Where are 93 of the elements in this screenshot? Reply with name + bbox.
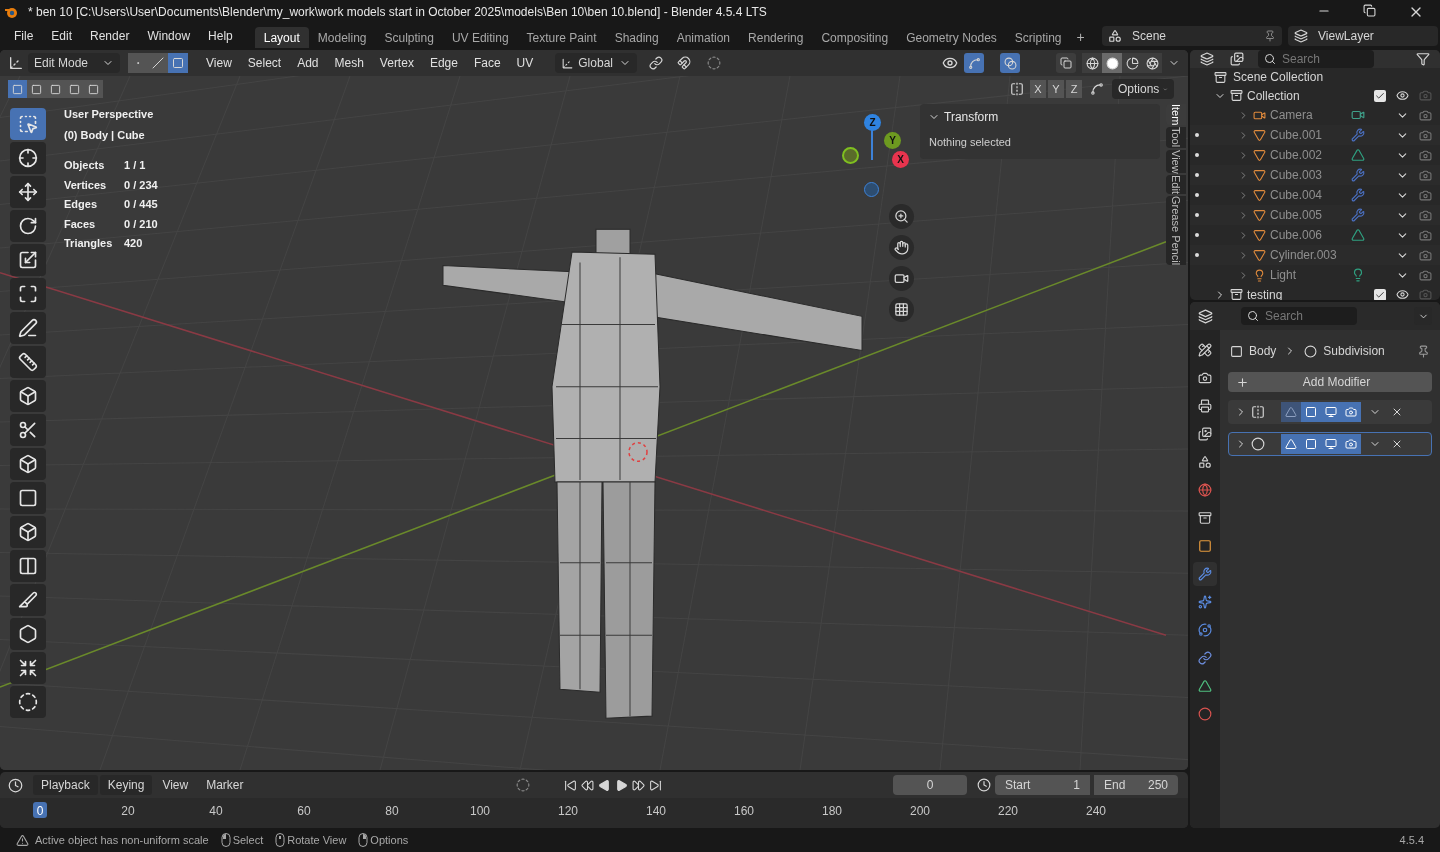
search-field[interactable]: Search	[1258, 50, 1374, 68]
frame-number: 220	[997, 803, 1019, 818]
window-title: * ben 10 [C:\Users\User\Documents\Blender\my_work\work models start in October 2025\models\Ben 10\ben 10.blend] - Blender 4.5.4 LTS	[28, 4, 767, 21]
workspace-tab[interactable]: Texture Paint	[517, 27, 606, 48]
view-layer-field[interactable]: ViewLayer	[1288, 26, 1438, 46]
breadcrumb-modifier: Subdivision	[1323, 343, 1385, 360]
breadcrumb-object: Body	[1249, 343, 1277, 360]
frame-number: 200	[909, 803, 931, 818]
frame-number: 240	[1085, 803, 1107, 818]
add-workspace-button[interactable]: +	[1070, 27, 1091, 48]
end-frame-field[interactable]: End 250	[1094, 775, 1178, 795]
outliner-item[interactable]: Cube.004	[1270, 186, 1344, 204]
stat-value: 0 / 234	[124, 177, 159, 193]
stat-label: Triangles	[64, 236, 114, 251]
search-field[interactable]: Search	[1241, 307, 1357, 325]
start-frame-field[interactable]: Start 1	[995, 775, 1090, 795]
frame-number: 60	[296, 803, 312, 818]
scene-field[interactable]: Scene	[1102, 26, 1282, 46]
outliner-item[interactable]: Cube.001	[1270, 126, 1344, 144]
frame-number: 180	[821, 803, 843, 818]
outliner-item[interactable]: Cube.005	[1270, 206, 1344, 224]
menu-item[interactable]: Add	[289, 54, 327, 72]
outliner-item[interactable]: Cube.002	[1270, 146, 1344, 164]
workspace-tab[interactable]: Compositing	[812, 27, 898, 48]
outliner-item[interactable]: Cube.006	[1270, 226, 1344, 244]
stat-label: Objects	[64, 158, 106, 173]
version-label: 4.5.4	[1399, 832, 1424, 848]
view-name: User Perspective	[64, 107, 155, 122]
stat-value: 1 / 1	[124, 158, 147, 173]
status-hint: Select	[232, 832, 264, 848]
stat-label: Faces	[64, 216, 97, 232]
workspace-tab[interactable]: Rendering	[739, 27, 813, 48]
outliner-item[interactable]: Light	[1270, 266, 1344, 284]
axis-toggle[interactable]: X	[1030, 80, 1046, 98]
sidebar-tab[interactable]: Edit	[1166, 175, 1186, 195]
frame-number: 120	[557, 803, 579, 818]
menu-item[interactable]: Help	[200, 27, 241, 45]
status-message: Active object has non-uniform scale	[35, 832, 209, 848]
stat-value: 0 / 445	[124, 197, 159, 212]
panel-message: Nothing selected	[928, 135, 1012, 150]
frame-number: 80	[384, 803, 400, 818]
options-dropdown[interactable]: Options	[1112, 79, 1174, 99]
mode-dropdown[interactable]: Edit Mode	[28, 53, 120, 73]
add-modifier-button[interactable]: Add Modifier	[1228, 372, 1432, 392]
menu-item[interactable]: Edge	[421, 54, 466, 72]
workspace-tab[interactable]: Layout	[254, 27, 309, 48]
stat-value: 0 / 210	[124, 216, 159, 232]
workspace-tab[interactable]: Geometry Nodes	[897, 27, 1006, 48]
outliner-item[interactable]: Camera	[1270, 106, 1344, 124]
menu-item[interactable]: Mesh	[326, 54, 372, 72]
outliner-item[interactable]: Cylinder.003	[1270, 246, 1344, 264]
status-hint: Options	[370, 832, 409, 848]
stat-label: Edges	[64, 197, 98, 212]
axis-toggle[interactable]: Y	[1048, 80, 1064, 98]
menu-item[interactable]: Select	[239, 54, 290, 72]
menu-item[interactable]: Edit	[43, 27, 81, 45]
frame-number: 20	[120, 803, 136, 818]
menu-item[interactable]: View	[154, 776, 197, 794]
outliner-item[interactable]: Scene Collection	[1233, 68, 1324, 86]
frame-number: 160	[733, 803, 755, 818]
workspace-tab[interactable]: Shading	[605, 27, 668, 48]
menu-item[interactable]: View	[198, 54, 240, 72]
stat-value: 420	[124, 236, 144, 251]
frame-number: 40	[208, 803, 224, 818]
status-hint: Rotate View	[287, 832, 347, 848]
workspace-tab[interactable]: UV Editing	[442, 27, 518, 48]
panel-title: Transform	[944, 109, 999, 126]
outliner-item[interactable]: Collection	[1247, 86, 1300, 105]
menu-item[interactable]: Render	[82, 27, 138, 45]
menu-item[interactable]: Face	[465, 54, 509, 72]
workspace-tab[interactable]: Modeling	[308, 27, 376, 48]
object-info: (0) Body | Cube	[64, 127, 146, 143]
sidebar-tab[interactable]: Grease Pencil	[1166, 196, 1186, 266]
sidebar-tab[interactable]: View	[1166, 149, 1186, 174]
workspace-tab[interactable]: Animation	[667, 27, 740, 48]
frame-number: 100	[469, 803, 491, 818]
sidebar-tab[interactable]: Tool	[1166, 127, 1186, 148]
menu-item[interactable]: Playback	[33, 775, 98, 795]
menu-item[interactable]: Marker	[198, 776, 252, 794]
menu-item[interactable]: Window	[139, 27, 199, 45]
frame-number: 0	[32, 802, 48, 818]
axis-toggle[interactable]: Z	[1066, 80, 1082, 98]
menu-item[interactable]: File	[6, 27, 42, 45]
menu-item[interactable]: UV	[508, 54, 542, 72]
frame-field[interactable]: 0	[893, 775, 967, 795]
orientation-dropdown[interactable]: Global	[555, 53, 638, 73]
workspace-tab[interactable]: Sculpting	[375, 27, 443, 48]
workspace-tab[interactable]: Scripting	[1005, 27, 1071, 48]
outliner-item[interactable]: Cube.003	[1270, 166, 1344, 184]
frame-number: 140	[645, 803, 667, 818]
stat-label: Vertices	[64, 177, 108, 193]
menu-item[interactable]: Vertex	[371, 54, 422, 72]
menu-item[interactable]: Keying	[99, 775, 153, 795]
